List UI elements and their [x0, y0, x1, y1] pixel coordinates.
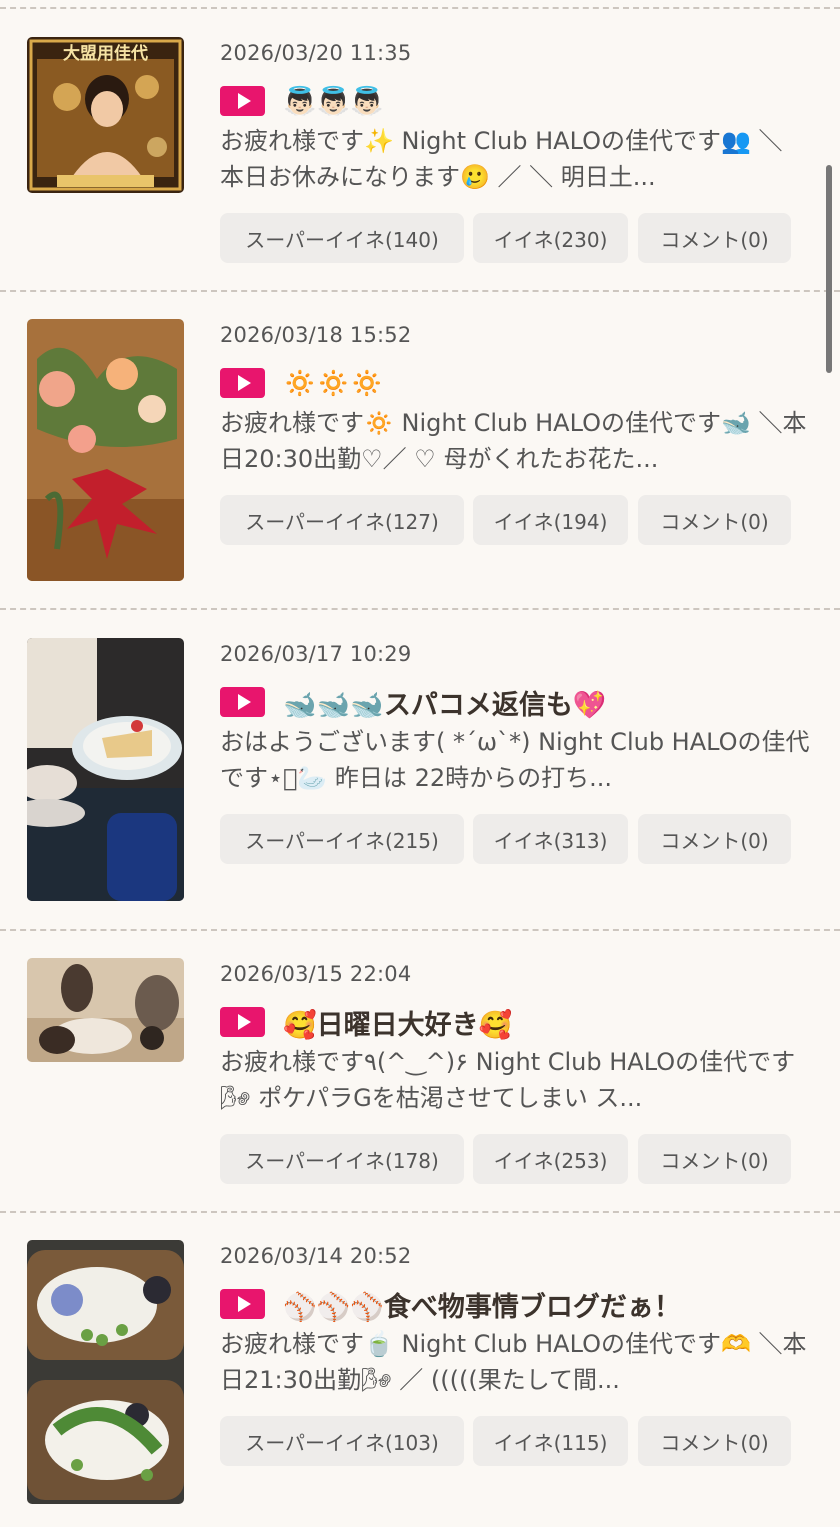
post-title-row[interactable]: ⚾⚾⚾食べ物事情ブログだぁ！	[220, 1288, 681, 1323]
post-thumbnail[interactable]: 大盟用佳代	[27, 37, 184, 193]
divider	[0, 1211, 840, 1213]
post-excerpt: お疲れ様です٩(^‿^)۶ Night Club HALOの佳代です🌬 ポケパラ…	[220, 1048, 796, 1112]
post-thumbnail[interactable]	[27, 319, 184, 581]
play-icon	[220, 1007, 265, 1037]
post-title[interactable]: 🥰日曜日大好き🥰	[283, 1003, 512, 1042]
comment-button[interactable]: コメント(0)	[638, 495, 791, 545]
divider	[0, 290, 840, 292]
super-like-button[interactable]: スーパーイイネ(178)	[220, 1134, 464, 1184]
post-thumbnail[interactable]	[27, 958, 184, 1062]
play-icon	[220, 687, 265, 717]
play-icon	[220, 1289, 265, 1319]
post-date: 2026/03/20 11:35	[220, 41, 412, 65]
post-excerpt: お疲れ様です✨ Night Club HALOの佳代です👥 ＼ 本日お休みになり…	[220, 127, 783, 191]
post-thumbnail[interactable]	[27, 1240, 184, 1504]
comment-button[interactable]: コメント(0)	[638, 213, 791, 263]
divider	[0, 608, 840, 610]
divider	[0, 7, 840, 9]
post-title[interactable]: 👼🏻👼🏻👼🏻	[283, 85, 384, 117]
post-excerpt: おはようございます( *´ω`*) Night Club HALOの佳代です⋆͛…	[220, 728, 810, 792]
post-date: 2026/03/18 15:52	[220, 323, 412, 347]
like-button[interactable]: イイネ(253)	[473, 1134, 628, 1184]
like-button[interactable]: イイネ(194)	[473, 495, 628, 545]
post-date: 2026/03/17 10:29	[220, 642, 412, 666]
comment-button[interactable]: コメント(0)	[638, 1416, 791, 1466]
comment-button[interactable]: コメント(0)	[638, 1134, 791, 1184]
post-date: 2026/03/14 20:52	[220, 1244, 412, 1268]
post-title-row[interactable]: 👼🏻👼🏻👼🏻	[220, 85, 384, 117]
like-button[interactable]: イイネ(230)	[473, 213, 628, 263]
divider	[0, 929, 840, 931]
post-title[interactable]: ⚾⚾⚾食べ物事情ブログだぁ！	[283, 1285, 681, 1324]
post-excerpt: お疲れ様です🍵 Night Club HALOの佳代です🫶 ＼本日21:30出勤…	[220, 1330, 807, 1394]
thumbnail-caption: 大盟用佳代	[63, 44, 148, 64]
post-title[interactable]: 🔅🔅🔅	[283, 367, 384, 399]
post-title-row[interactable]: 🐋🐋🐋スパコメ返信も💖	[220, 686, 606, 721]
comment-button[interactable]: コメント(0)	[638, 814, 791, 864]
super-like-button[interactable]: スーパーイイネ(215)	[220, 814, 464, 864]
post-title-row[interactable]: 🔅🔅🔅	[220, 367, 384, 399]
play-icon	[220, 86, 265, 116]
post-date: 2026/03/15 22:04	[220, 962, 412, 986]
like-button[interactable]: イイネ(115)	[473, 1416, 628, 1466]
super-like-button[interactable]: スーパーイイネ(103)	[220, 1416, 464, 1466]
play-icon	[220, 368, 265, 398]
post-thumbnail[interactable]	[27, 638, 184, 901]
post-title-row[interactable]: 🥰日曜日大好き🥰	[220, 1006, 512, 1041]
post-title[interactable]: 🐋🐋🐋スパコメ返信も💖	[283, 683, 606, 722]
post-excerpt: お疲れ様です🔅 Night Club HALOの佳代です🐋 ＼本日20:30出勤…	[220, 409, 807, 473]
like-button[interactable]: イイネ(313)	[473, 814, 628, 864]
super-like-button[interactable]: スーパーイイネ(127)	[220, 495, 464, 545]
super-like-button[interactable]: スーパーイイネ(140)	[220, 213, 464, 263]
scrollbar[interactable]	[826, 165, 832, 373]
